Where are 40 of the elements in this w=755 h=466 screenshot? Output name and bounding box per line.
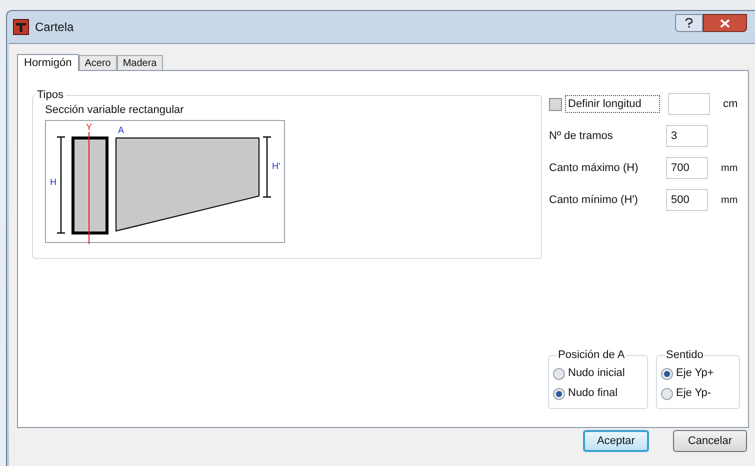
- field-label: Canto mínimo (H'): [549, 192, 639, 208]
- help-button[interactable]: [675, 14, 703, 32]
- tab[interactable]: Hormigón: [17, 54, 79, 71]
- radio-option[interactable]: Nudo final: [553, 384, 643, 404]
- radio-button[interactable]: [553, 388, 565, 400]
- axis-label: Y: [86, 122, 92, 132]
- dialog-button[interactable]: Aceptar: [583, 430, 649, 452]
- unit-label: cm: [723, 96, 738, 112]
- height-label: H': [272, 161, 280, 171]
- group-legend: Sentido: [665, 347, 704, 364]
- radio-option[interactable]: Eje Yp+: [661, 364, 735, 384]
- dialog-button[interactable]: Cancelar: [673, 430, 747, 452]
- tab[interactable]: Acero: [78, 55, 117, 70]
- app-logo-icon: [13, 19, 29, 35]
- help-icon: [685, 18, 693, 28]
- radio-button[interactable]: [661, 368, 673, 380]
- radio-option[interactable]: Eje Yp-: [661, 384, 735, 404]
- section-label: Sección variable rectangular: [45, 102, 185, 118]
- dimension-line: [262, 136, 272, 198]
- unit-label: mm: [721, 194, 738, 208]
- group-legend: Posición de A: [557, 347, 626, 364]
- radio-button[interactable]: [553, 368, 565, 380]
- field-label: Nº de tramos: [549, 128, 614, 144]
- input-field[interactable]: [668, 93, 710, 115]
- radio-option[interactable]: Nudo inicial: [553, 364, 643, 384]
- unit-label: mm: [721, 162, 738, 176]
- radio-button[interactable]: [661, 388, 673, 400]
- input-field[interactable]: 700: [666, 157, 708, 179]
- close-icon: [720, 18, 730, 28]
- group-legend: Tipos: [35, 87, 66, 104]
- checkbox[interactable]: [549, 98, 562, 110]
- tab[interactable]: Madera: [116, 55, 163, 70]
- input-field[interactable]: 500: [666, 189, 708, 211]
- field-label: Canto máximo (H): [549, 160, 640, 176]
- point-label: A: [118, 125, 124, 135]
- close-button[interactable]: [703, 14, 747, 32]
- window-title: Cartela: [35, 19, 74, 36]
- checkbox-label[interactable]: Definir longitud: [565, 94, 660, 114]
- input-field[interactable]: 3: [666, 125, 708, 147]
- height-label: H: [50, 177, 56, 187]
